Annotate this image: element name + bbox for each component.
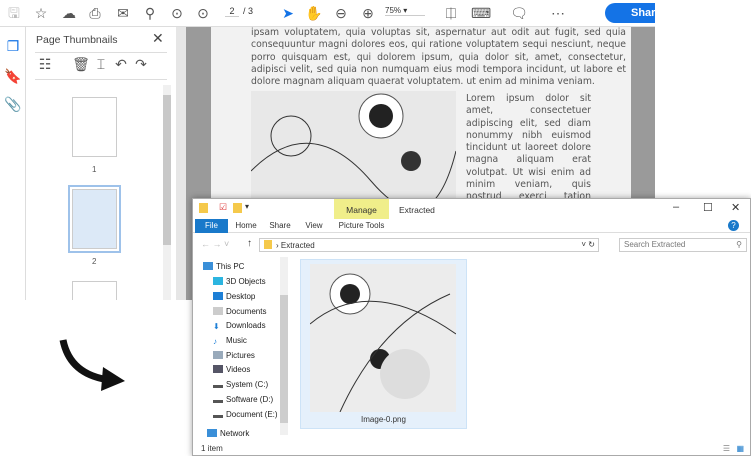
more-icon[interactable]: ⋯: [549, 4, 567, 22]
email-icon[interactable]: ✉: [114, 4, 132, 22]
image-thumbnail: [310, 264, 456, 412]
refresh-icon[interactable]: ˅ ↻: [581, 239, 595, 251]
page-number-input[interactable]: 2: [225, 6, 239, 17]
nav-network[interactable]: Network: [207, 429, 249, 438]
nav-software-d[interactable]: Software (D:): [213, 395, 273, 404]
folder-icon: [199, 203, 208, 213]
new-folder-icon[interactable]: [233, 203, 242, 213]
left-rail: ❐ 🔖 📎: [0, 27, 26, 300]
manage-context-tab[interactable]: Manage: [334, 199, 389, 219]
upload-cloud-icon[interactable]: ☁: [60, 4, 78, 22]
insert-page-icon[interactable]: ⌶: [92, 55, 110, 73]
toolbar: 🖫 ☆ ☁ ⎙ ✉ ⚲ ⊙ ⊙ 2 / 3 ➤ ✋ ⊖ ⊕ 75% ▾ ⎅ ⌨ …: [0, 0, 655, 27]
search-icon[interactable]: ⚲: [141, 4, 159, 22]
scrollbar[interactable]: [163, 85, 171, 300]
rotate-cw-icon[interactable]: ↷: [132, 55, 150, 73]
share-button[interactable]: Share: [605, 3, 655, 23]
page-down-icon[interactable]: ⊙: [194, 4, 212, 22]
share-label: Share: [631, 7, 655, 19]
nav-this-pc[interactable]: This PC: [203, 262, 244, 271]
page-paragraph: ipsam voluptatem, quia voluptas sit, asp…: [251, 27, 626, 88]
nav-desktop[interactable]: Desktop: [213, 292, 255, 301]
comment-icon[interactable]: 🗨: [510, 4, 528, 22]
star-icon[interactable]: ☆: [32, 4, 50, 22]
bookmark-icon[interactable]: 🔖: [4, 67, 22, 85]
page-thumbnail-1[interactable]: [72, 97, 117, 157]
tab-picture-tools[interactable]: Picture Tools: [334, 219, 389, 233]
file-item[interactable]: Image-0.png: [300, 259, 467, 429]
maximize-icon[interactable]: ☐: [703, 201, 713, 214]
item-count: 1 item: [201, 444, 223, 453]
zoom-select[interactable]: 75% ▾: [385, 6, 425, 16]
pages-icon[interactable]: ❐: [4, 37, 22, 55]
explorer-window: ☑ ▾ Manage Extracted – ☐ ✕ File Home Sha…: [192, 198, 751, 456]
tab-file[interactable]: File: [195, 219, 228, 233]
zoom-out-icon[interactable]: ⊖: [332, 4, 350, 22]
ribbon-tabs: File Home Share View Picture Tools ?: [193, 219, 750, 233]
customize-qat-icon[interactable]: ▾: [245, 202, 249, 211]
properties-icon[interactable]: ☑: [219, 202, 227, 213]
thumbnails-panel: Page Thumbnails ✕ ☷ 🗑 ⌶ ↶ ↷ 1 2 3: [26, 27, 176, 300]
fit-page-icon[interactable]: ⎅: [442, 4, 460, 22]
save-icon[interactable]: 🖫: [5, 4, 23, 22]
status-bar: 1 item ☰ ▦: [193, 441, 750, 456]
nav-3d-objects[interactable]: 3D Objects: [213, 277, 266, 286]
zoom-value: 75%: [385, 6, 402, 15]
tab-share[interactable]: Share: [265, 219, 295, 233]
tab-view[interactable]: View: [299, 219, 329, 233]
nav-documents[interactable]: Documents: [213, 307, 266, 316]
large-icons-view-icon[interactable]: ▦: [736, 441, 744, 456]
details-view-icon[interactable]: ☰: [723, 441, 730, 456]
address-text: Extracted: [280, 241, 315, 250]
rotate-ccw-icon[interactable]: ↶: [112, 55, 130, 73]
close-icon[interactable]: ✕: [152, 30, 164, 47]
search-icon: ⚲: [736, 240, 742, 249]
nav-pictures[interactable]: Pictures: [213, 351, 255, 360]
page-image: [250, 91, 457, 211]
attachment-icon[interactable]: 📎: [4, 95, 22, 113]
search-placeholder: Search Extracted: [624, 240, 686, 249]
hand-icon[interactable]: ✋: [305, 4, 323, 22]
select-cursor-icon[interactable]: ➤: [279, 4, 297, 22]
up-icon[interactable]: ↑: [247, 238, 252, 249]
file-name: Image-0.png: [361, 415, 406, 424]
delete-icon[interactable]: 🗑: [72, 55, 90, 73]
close-icon[interactable]: ✕: [731, 201, 740, 214]
page-thumbnail-2[interactable]: [68, 185, 121, 253]
folder-icon: [264, 240, 272, 249]
minimize-icon[interactable]: –: [673, 201, 679, 213]
nav-videos[interactable]: Videos: [213, 365, 250, 374]
zoom-in-icon[interactable]: ⊕: [359, 4, 377, 22]
nav-document-e[interactable]: Document (E:): [213, 410, 278, 419]
page-total: / 3: [243, 6, 254, 16]
nav-downloads[interactable]: ⬇ Downloads: [213, 321, 266, 331]
panel-title: Page Thumbnails: [36, 34, 118, 46]
options-icon[interactable]: ☷: [36, 55, 54, 73]
search-input[interactable]: Search Extracted ⚲: [619, 238, 747, 252]
thumb-label: 1: [92, 165, 97, 174]
nav-music[interactable]: ♪ Music: [213, 336, 247, 346]
scroll-mode-icon[interactable]: ⌨: [471, 4, 491, 22]
nav-system-c[interactable]: System (C:): [213, 380, 268, 389]
arrow-icon: [59, 339, 125, 391]
back-icon[interactable]: ← → ˅: [201, 239, 229, 249]
thumb-label: 2: [92, 257, 97, 266]
page-thumbnail-3[interactable]: [72, 281, 117, 300]
print-icon[interactable]: ⎙: [86, 4, 104, 22]
window-title: Extracted: [399, 205, 435, 215]
tab-home[interactable]: Home: [231, 219, 261, 233]
page-up-icon[interactable]: ⊙: [168, 4, 186, 22]
nav-scrollbar[interactable]: [280, 257, 288, 435]
address-bar[interactable]: › Extracted ˅ ↻: [259, 238, 599, 252]
help-icon[interactable]: ?: [728, 220, 739, 231]
